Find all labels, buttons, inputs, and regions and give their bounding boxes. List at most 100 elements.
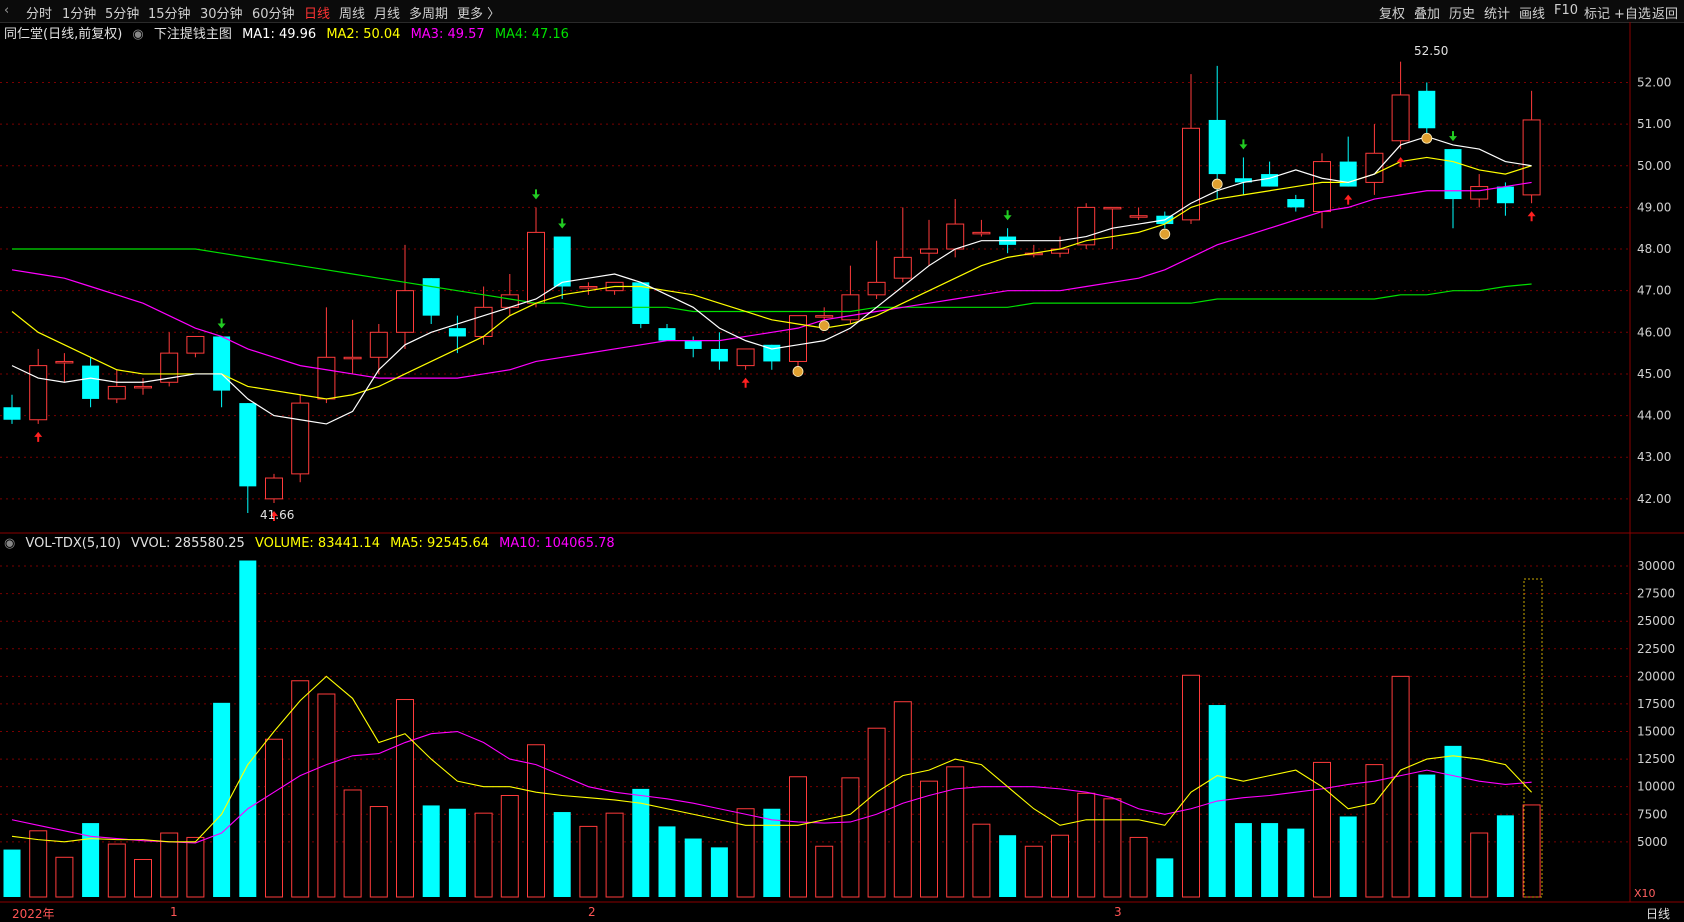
vol-menu-icon[interactable]: ◉ [4,536,15,551]
kline-chart[interactable]: 52.00 51.00 50.00 49.00 48.00 47.00 46.00 45.00… [0,0,1684,922]
volume-bar-down [448,808,466,897]
candle-body-down [658,328,676,341]
volume-bar-up [736,808,755,898]
volume-value: VOLUME: 83441.14 [254,536,380,551]
volume-bar-down [553,812,571,897]
volume-bar-up [134,858,152,898]
stock-title: 同仁堂(日线,前复权) [4,27,123,42]
volume-bar-up [920,780,938,898]
candle-body-up [1470,186,1489,200]
candle-body-up [474,306,493,337]
tab-5min[interactable]: 5分钟 [105,3,139,22]
indicator-menu-icon[interactable]: ◉ [132,27,143,42]
volume-tick-label: 25000 [1637,614,1675,628]
candle-body-up [1129,215,1148,218]
tab-more[interactable]: 更多 〉 [457,3,500,22]
tab-weekly[interactable]: 周线 [339,3,365,22]
overlay-button[interactable]: 叠加 [1414,3,1440,22]
f10-button[interactable]: F10 [1554,3,1578,18]
volume-bar-down [1287,828,1305,897]
history-button[interactable]: 历史 [1449,3,1475,22]
candle-body-down [1208,119,1226,175]
volume-tick-label: 22500 [1637,642,1675,656]
volume-tick-label: 15000 [1637,725,1675,739]
candle-body-down [763,344,781,362]
volume-bar-up [841,777,860,898]
candle-body-down [422,278,440,316]
volume-bar-down [1261,823,1279,897]
candle-body-up [789,315,807,362]
add-watchlist-button[interactable]: +自选 [1614,3,1651,22]
volume-bar-up [160,832,179,898]
price-tick-label: 47.00 [1637,284,1671,298]
ma2-line [11,156,1532,400]
time-label-year: 2022年 [12,907,55,921]
candle-body-down [1418,90,1436,129]
collapse-icon[interactable]: ‹ [4,3,9,18]
volume-bar-up [579,825,598,898]
volume-bar-down [1234,823,1252,897]
tab-30min[interactable]: 30分钟 [200,3,243,22]
vol-ma5-line [11,675,1532,843]
candle-body-up [1365,152,1384,183]
candle-body-up [265,477,283,500]
tab-fenshi[interactable]: 分时 [26,3,52,22]
candle-body-down [1287,199,1305,208]
buy-signal-arrow [1396,157,1405,168]
sell-signal-arrow [1449,131,1457,142]
price-tick-label: 52.00 [1637,75,1671,89]
low-price-label: 41.66 [260,508,294,522]
candle-body-down [553,236,571,287]
volume-bar-up [789,776,807,898]
volume-bar-up [1365,764,1384,898]
volume-bar-up [527,744,545,898]
vol-ma10-line [11,730,1532,844]
ma4-value: MA4: 47.16 [494,27,569,42]
current-volume-highlight [1523,578,1543,898]
candle-body-up [815,315,834,318]
volume-bar-up [1129,836,1148,898]
candle-body-down [710,348,728,362]
volume-bar-up [1391,675,1410,898]
tab-60min[interactable]: 60分钟 [252,3,295,22]
volume-bar-up [946,766,965,898]
volume-chart-info: ◉ VOL-TDX(5,10) VVOL: 285580.25 VOLUME: … [4,536,621,554]
money-bag-icon [1421,132,1433,144]
volume-bar-up [186,836,205,898]
volume-bar-up [343,789,362,898]
period-label[interactable]: 日线 [1646,905,1670,922]
candle-body-down [1444,149,1462,200]
mark-button[interactable]: 标记 [1584,3,1610,22]
stats-button[interactable]: 统计 [1484,3,1510,22]
candle-body-up [1103,206,1122,210]
vol-ma5-value: MA5: 92545.64 [390,536,490,551]
volume-bar-down [1418,774,1436,897]
tab-daily[interactable]: 日线 [304,3,330,22]
tab-1min[interactable]: 1分钟 [62,3,96,22]
vol-indicator-name[interactable]: VOL-TDX(5,10) [25,536,120,551]
ma1-line [11,135,1532,425]
back-button[interactable]: 返回 [1652,3,1678,22]
fuquan-button[interactable]: 复权 [1379,3,1405,22]
volume-bar-down [710,847,728,897]
tab-15min[interactable]: 15分钟 [148,3,191,22]
volume-bar-down [684,838,702,897]
vvol-value: VVOL: 285580.25 [130,536,245,551]
price-tick-label: 45.00 [1637,367,1671,381]
time-label-mar: 3 [1114,905,1122,919]
money-bag-icon [1211,178,1223,190]
volume-tick-label: 17500 [1637,697,1675,711]
candle-body-down [1261,174,1279,187]
candle-body-up [343,356,362,360]
volume-bar-up [1313,761,1331,898]
tab-monthly[interactable]: 月线 [374,3,400,22]
volume-bar-up [107,843,126,898]
indicator-name[interactable]: 下注提钱主图 [154,27,232,42]
volume-tick-label: 5000 [1637,835,1668,849]
volume-bar-up [972,823,991,898]
tab-multi-period[interactable]: 多周期 [409,3,448,22]
draw-button[interactable]: 画线 [1519,3,1545,22]
candle-body-up [186,335,205,354]
candle-body-up [107,385,126,400]
buy-signal-arrow [270,511,278,522]
